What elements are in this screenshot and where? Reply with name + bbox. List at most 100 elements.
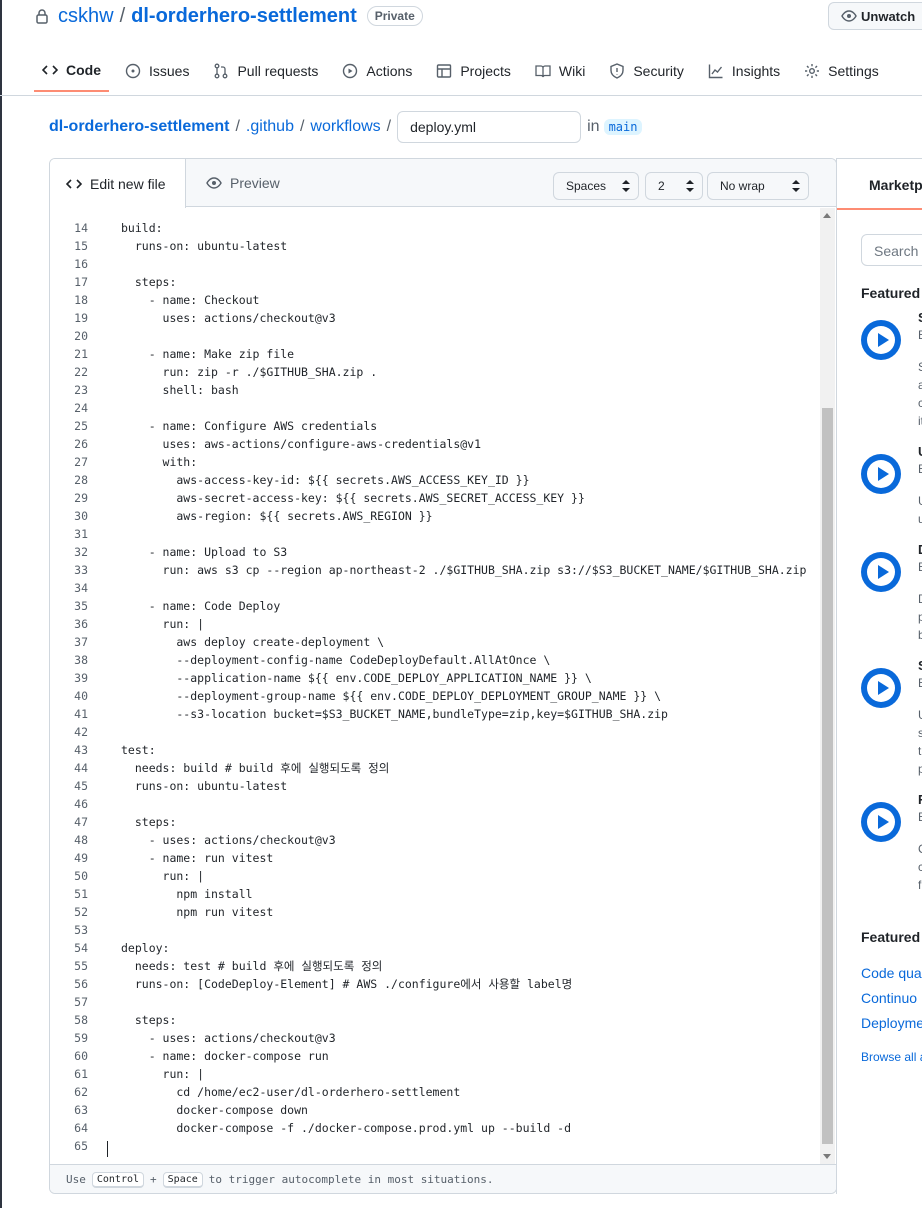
- line-text: npm install: [121, 887, 253, 901]
- code-line[interactable]: 60 - name: docker-compose run: [50, 1047, 820, 1065]
- play-icon: [861, 320, 901, 360]
- code-line[interactable]: 64 docker-compose -f ./docker-compose.pr…: [50, 1119, 820, 1137]
- unwatch-button[interactable]: Unwatch: [828, 2, 922, 30]
- code-line[interactable]: 42: [50, 723, 820, 741]
- code-area[interactable]: 14 build: 15 runs-on: ubuntu-latest 16 17 st…: [50, 208, 820, 1164]
- tab-issues[interactable]: Issues: [117, 50, 197, 92]
- code-line[interactable]: 63 docker-compose down: [50, 1101, 820, 1119]
- code-line[interactable]: 18 - name: Checkout: [50, 291, 820, 309]
- code-line[interactable]: 58 steps:: [50, 1011, 820, 1029]
- code-line[interactable]: 36 run: |: [50, 615, 820, 633]
- tab-edit-new-file[interactable]: Edit new file: [50, 159, 186, 208]
- line-text: deploy:: [121, 941, 170, 955]
- line-text: runs-on: ubuntu-latest: [121, 779, 288, 793]
- code-line[interactable]: 43 test:: [50, 741, 820, 759]
- code-line[interactable]: 30 aws-region: ${{ secrets.AWS_REGION }}: [50, 507, 820, 525]
- code-icon: [42, 65, 58, 75]
- code-line[interactable]: 24: [50, 399, 820, 417]
- tab-projects[interactable]: Projects: [428, 50, 519, 92]
- wrap-mode-select[interactable]: No wrap: [707, 172, 809, 200]
- code-line[interactable]: 28 aws-access-key-id: ${{ secrets.AWS_AC…: [50, 471, 820, 489]
- code-line[interactable]: 29 aws-secret-access-key: ${{ secrets.AW…: [50, 489, 820, 507]
- action-item[interactable]: S B U s t p: [861, 658, 922, 776]
- scroll-down-arrow[interactable]: [823, 1154, 831, 1159]
- line-number: 28: [74, 473, 88, 487]
- tab-actions[interactable]: Actions: [334, 50, 420, 92]
- tab-wiki[interactable]: Wiki: [527, 50, 593, 92]
- code-line[interactable]: 65: [50, 1137, 820, 1155]
- code-line[interactable]: 15 runs-on: ubuntu-latest: [50, 237, 820, 255]
- breadcrumb-root-link[interactable]: dl-orderhero-settlement: [49, 118, 229, 136]
- shield-icon: [610, 63, 625, 79]
- code-line[interactable]: 40 --deployment-group-name ${{ env.CODE_…: [50, 687, 820, 705]
- code-line[interactable]: 48 - uses: actions/checkout@v3: [50, 831, 820, 849]
- code-line[interactable]: 35 - name: Code Deploy: [50, 597, 820, 615]
- code-line[interactable]: 45 runs-on: ubuntu-latest: [50, 777, 820, 795]
- code-line[interactable]: 51 npm install: [50, 885, 820, 903]
- code-line[interactable]: 23 shell: bash: [50, 381, 820, 399]
- code-line[interactable]: 26 uses: aws-actions/configure-aws-crede…: [50, 435, 820, 453]
- code-line[interactable]: 20: [50, 327, 820, 345]
- repo-owner-link[interactable]: cskhw: [58, 5, 114, 28]
- tab-preview[interactable]: Preview: [190, 159, 296, 207]
- line-number: 30: [74, 509, 88, 523]
- indent-size-select[interactable]: 2: [645, 172, 703, 200]
- code-line[interactable]: 17 steps:: [50, 273, 820, 291]
- line-number: 23: [74, 383, 88, 397]
- code-line[interactable]: 55 needs: test # build 후에 실행되도록 정의: [50, 957, 820, 975]
- tab-marketplace[interactable]: Marketp: [837, 159, 922, 210]
- tab-insights[interactable]: Insights: [700, 50, 788, 92]
- category-link[interactable]: Continuo: [861, 990, 917, 1006]
- scroll-up-arrow[interactable]: [823, 213, 831, 218]
- code-line[interactable]: 49 - name: run vitest: [50, 849, 820, 867]
- code-line[interactable]: 37 aws deploy create-deployment \: [50, 633, 820, 651]
- code-line[interactable]: 47 steps:: [50, 813, 820, 831]
- code-line[interactable]: 39 --application-name ${{ env.CODE_DEPLO…: [50, 669, 820, 687]
- code-line[interactable]: 61 run: |: [50, 1065, 820, 1083]
- repo-name-link[interactable]: dl-orderhero-settlement: [131, 5, 357, 28]
- code-line[interactable]: 22 run: zip -r ./$GITHUB_SHA.zip .: [50, 363, 820, 381]
- scrollbar-thumb[interactable]: [822, 408, 833, 1144]
- browse-all-link[interactable]: Browse all a: [861, 1050, 922, 1064]
- breadcrumb-workflows-link[interactable]: workflows: [310, 118, 380, 136]
- code-line[interactable]: 59 - uses: actions/checkout@v3: [50, 1029, 820, 1047]
- tab-pull-requests[interactable]: Pull requests: [205, 50, 326, 92]
- tab-security[interactable]: Security: [601, 50, 692, 92]
- action-item[interactable]: U B U u: [861, 444, 922, 544]
- editor-scrollbar[interactable]: [820, 208, 835, 1164]
- code-line[interactable]: 38 --deployment-config-name CodeDeployDe…: [50, 651, 820, 669]
- code-line[interactable]: 14 build:: [50, 219, 820, 237]
- indent-mode-select[interactable]: Spaces: [553, 172, 639, 200]
- action-item[interactable]: S B S a c it: [861, 310, 922, 428]
- code-line[interactable]: 27 with:: [50, 453, 820, 471]
- featured-actions-heading: Featured A: [861, 285, 922, 301]
- code-line[interactable]: 19 uses: actions/checkout@v3: [50, 309, 820, 327]
- code-line[interactable]: 34: [50, 579, 820, 597]
- code-line[interactable]: 33 run: aws s3 cp --region ap-northeast-…: [50, 561, 820, 579]
- marketplace-search-input[interactable]: Search M: [861, 234, 922, 266]
- breadcrumb-github-link[interactable]: .github: [246, 118, 294, 136]
- filename-input[interactable]: deploy.yml: [397, 111, 582, 143]
- tab-code[interactable]: Code: [34, 50, 109, 92]
- code-line[interactable]: 57: [50, 993, 820, 1011]
- code-line[interactable]: 41 --s3-location bucket=$S3_BUCKET_NAME,…: [50, 705, 820, 723]
- code-line[interactable]: 62 cd /home/ec2-user/dl-orderhero-settle…: [50, 1083, 820, 1101]
- code-line[interactable]: 25 - name: Configure AWS credentials: [50, 417, 820, 435]
- category-link[interactable]: Deployme: [861, 1015, 922, 1031]
- code-line[interactable]: 46: [50, 795, 820, 813]
- code-line[interactable]: 16: [50, 255, 820, 273]
- code-line[interactable]: 56 runs-on: [CodeDeploy-Element] # AWS .…: [50, 975, 820, 993]
- tab-settings[interactable]: Settings: [796, 50, 887, 92]
- category-link[interactable]: Code qua: [861, 965, 922, 981]
- action-item[interactable]: F B C c f: [861, 792, 922, 892]
- code-line[interactable]: 52 npm run vitest: [50, 903, 820, 921]
- action-desc: C: [918, 840, 922, 858]
- code-line[interactable]: 32 - name: Upload to S3: [50, 543, 820, 561]
- code-line[interactable]: 53: [50, 921, 820, 939]
- code-line[interactable]: 50 run: |: [50, 867, 820, 885]
- code-line[interactable]: 54 deploy:: [50, 939, 820, 957]
- code-line[interactable]: 21 - name: Make zip file: [50, 345, 820, 363]
- code-line[interactable]: 44 needs: build # build 후에 실행되도록 정의: [50, 759, 820, 777]
- action-item[interactable]: D B D p b: [861, 542, 922, 642]
- code-line[interactable]: 31: [50, 525, 820, 543]
